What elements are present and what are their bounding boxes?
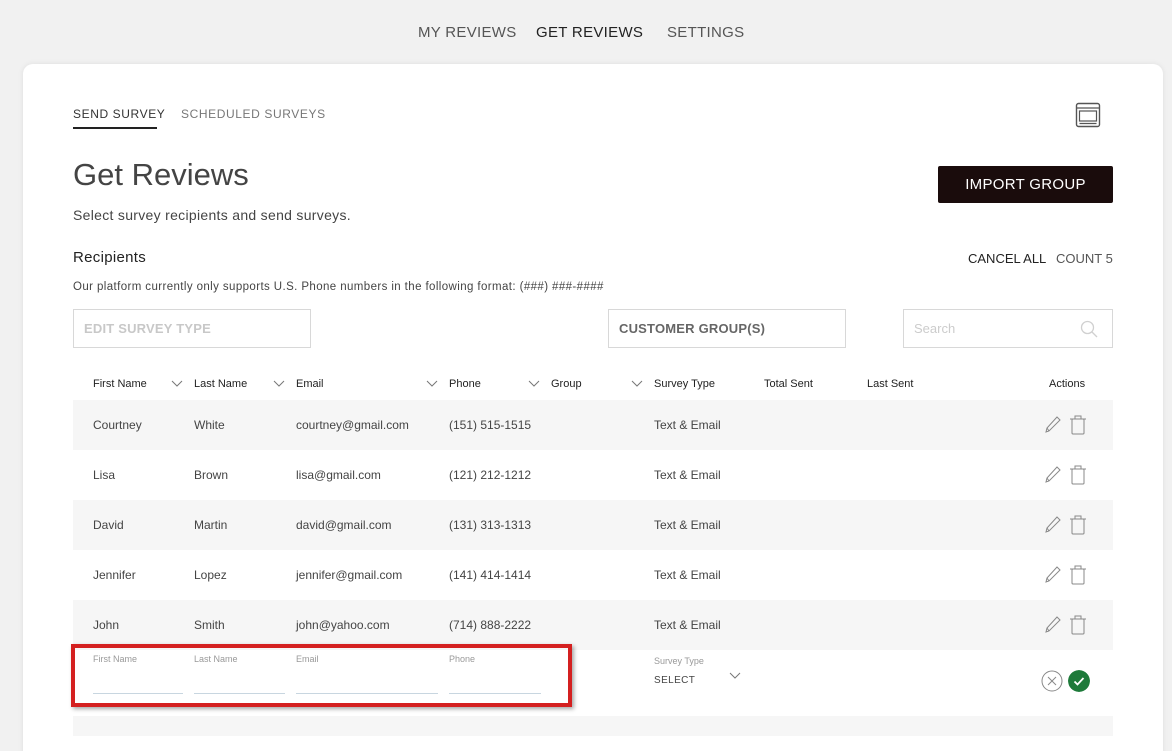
page-title: Get Reviews (73, 157, 249, 192)
new-first-name-label: First Name (93, 654, 138, 664)
customer-groups-field[interactable]: CUSTOMER GROUP(S) (608, 309, 846, 348)
cell-last-name: Brown (194, 468, 229, 482)
cell-survey-type: Text & Email (654, 468, 721, 482)
nav-my-reviews[interactable]: MY REVIEWS (418, 24, 517, 41)
cell-phone: (121) 212-1212 (449, 468, 532, 482)
cell-email: lisa@gmail.com (296, 468, 381, 482)
cell-first-name: Courtney (93, 418, 142, 432)
cell-first-name: John (93, 618, 120, 632)
col-survey-type: Survey Type (654, 378, 715, 390)
delete-trash-icon[interactable] (1068, 564, 1088, 586)
tab-scheduled-surveys[interactable]: SCHEDULED SURVEYS (181, 107, 326, 121)
table-row: Courtney White courtney@gmail.com (151) 515… (73, 400, 1113, 450)
table-row: Jennifer Lopez jennifer@gmail.com (141) 414… (73, 550, 1113, 600)
chevron-down-icon[interactable] (426, 380, 438, 388)
new-first-name-input[interactable] (93, 672, 183, 694)
table-footer-strip (73, 716, 1113, 736)
chevron-down-icon[interactable] (729, 672, 741, 680)
cell-first-name: Jennifer (93, 568, 136, 582)
delete-trash-icon[interactable] (1068, 414, 1088, 436)
new-phone-label: Phone (449, 654, 476, 664)
new-email-label: Email (296, 654, 319, 664)
cell-phone: (714) 888-2222 (449, 618, 532, 632)
edit-pencil-icon[interactable] (1043, 464, 1063, 486)
chevron-down-icon[interactable] (273, 380, 285, 388)
cell-last-name: Lopez (194, 568, 227, 582)
recipients-heading: Recipients (73, 249, 147, 266)
cell-first-name: David (93, 518, 124, 532)
new-last-name-input[interactable] (194, 672, 285, 694)
cell-email: john@yahoo.com (296, 618, 390, 632)
table-row: Lisa Brown lisa@gmail.com (121) 212-1212 Tex… (73, 450, 1113, 500)
search-placeholder: Search (914, 321, 956, 336)
new-email-input[interactable] (296, 672, 438, 694)
cell-last-name: Martin (194, 518, 228, 532)
cell-email: courtney@gmail.com (296, 418, 409, 432)
chevron-down-icon[interactable] (528, 380, 540, 388)
col-email[interactable]: Email (296, 378, 324, 390)
delete-trash-icon[interactable] (1068, 464, 1088, 486)
table-row: David Martin david@gmail.com (131) 313-1313… (73, 500, 1113, 550)
delete-trash-icon[interactable] (1068, 514, 1088, 536)
chevron-down-icon[interactable] (171, 380, 183, 388)
col-actions: Actions (1049, 378, 1086, 390)
cell-phone: (141) 414-1414 (449, 568, 532, 582)
active-tab-underline (73, 127, 157, 129)
table-header: First Name Last Name Email Phone Group S… (73, 370, 1113, 400)
new-phone-input[interactable] (449, 672, 541, 694)
main-card: SEND SURVEY SCHEDULED SURVEYS Get Review… (23, 64, 1163, 751)
edit-pencil-icon[interactable] (1043, 614, 1063, 636)
cell-phone: (131) 313-1313 (449, 518, 532, 532)
chevron-down-icon[interactable] (631, 380, 643, 388)
col-first-name[interactable]: First Name (93, 378, 147, 390)
edit-pencil-icon[interactable] (1043, 514, 1063, 536)
cell-phone: (151) 515-1515 (449, 418, 532, 432)
col-group[interactable]: Group (551, 378, 582, 390)
confirm-new-recipient-icon[interactable] (1068, 670, 1090, 692)
import-group-button[interactable]: IMPORT GROUP (938, 166, 1113, 203)
cell-email: david@gmail.com (296, 518, 392, 532)
col-phone[interactable]: Phone (449, 378, 481, 390)
new-recipient-row: First Name Last Name Email Phone Survey … (73, 650, 1113, 716)
cell-last-name: White (194, 418, 225, 432)
new-last-name-label: Last Name (194, 654, 238, 664)
nav-settings[interactable]: SETTINGS (667, 24, 744, 41)
cell-survey-type: Text & Email (654, 418, 721, 432)
delete-trash-icon[interactable] (1068, 614, 1088, 636)
new-survey-type-label: Survey Type (654, 656, 704, 666)
recipient-count: COUNT 5 (1056, 251, 1113, 266)
edit-pencil-icon[interactable] (1043, 564, 1063, 586)
edit-survey-type-field[interactable]: EDIT SURVEY TYPE (73, 309, 311, 348)
page-subtitle: Select survey recipients and send survey… (73, 207, 351, 223)
col-last-name[interactable]: Last Name (194, 378, 247, 390)
edit-pencil-icon[interactable] (1043, 414, 1063, 436)
cell-survey-type: Text & Email (654, 568, 721, 582)
search-input[interactable]: Search (903, 309, 1113, 348)
search-icon[interactable] (1080, 320, 1098, 338)
cell-survey-type: Text & Email (654, 618, 721, 632)
cell-email: jennifer@gmail.com (296, 568, 403, 582)
table-row: John Smith john@yahoo.com (714) 888-2222 Tex… (73, 600, 1113, 650)
tab-send-survey[interactable]: SEND SURVEY (73, 107, 165, 121)
cancel-all-button[interactable]: CANCEL ALL (968, 251, 1046, 266)
cancel-new-recipient-icon[interactable] (1041, 670, 1063, 692)
col-total-sent: Total Sent (764, 378, 813, 390)
survey-type-select[interactable]: SELECT (654, 675, 695, 686)
phone-format-notice: Our platform currently only supports U.S… (73, 281, 604, 293)
cell-first-name: Lisa (93, 468, 116, 482)
col-last-sent: Last Sent (867, 378, 914, 390)
cell-survey-type: Text & Email (654, 518, 721, 532)
top-navigation: MY REVIEWS GET REVIEWS SETTINGS (0, 0, 1172, 64)
preview-screen-icon[interactable] (1075, 102, 1101, 128)
nav-get-reviews[interactable]: GET REVIEWS (536, 24, 643, 41)
cell-last-name: Smith (194, 618, 225, 632)
